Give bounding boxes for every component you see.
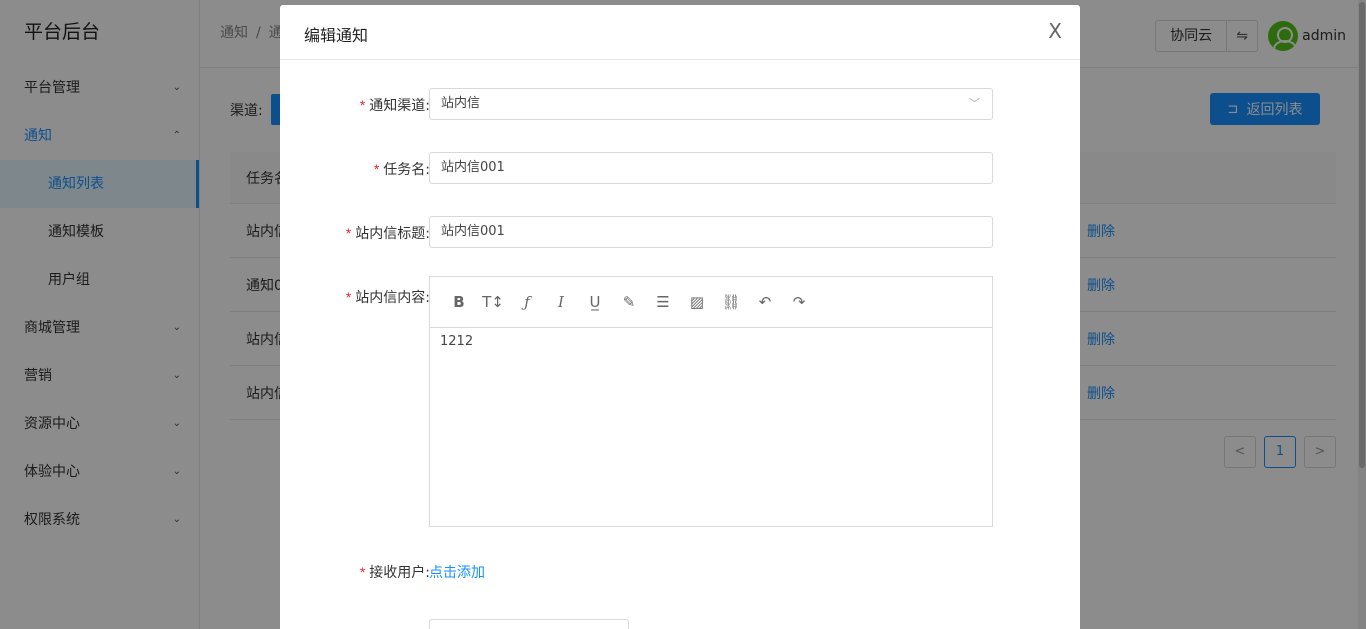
link-icon[interactable]: ⛓ (714, 293, 748, 311)
msg-content-label-text: 站内信内容: (355, 290, 430, 306)
channel-label: * 通知渠道: (360, 95, 430, 115)
undo-icon[interactable]: ↶ (748, 293, 782, 311)
msg-content-label: * 站内信内容: (346, 287, 430, 307)
channel-select-value: 站内信 (441, 96, 481, 111)
redo-icon[interactable]: ↷ (782, 293, 816, 311)
dialog-header: 编辑通知 X (280, 5, 1080, 60)
partial-input-field[interactable] (429, 619, 629, 629)
task-name-label: * 任务名: (374, 159, 430, 179)
editor-toolbar: B T↕ ƒ I U̲ ✎ ☰ ▨ ⛓ ↶ ↷ (430, 277, 992, 328)
msg-title-input[interactable]: 站内信001 (429, 216, 993, 248)
channel-label-text: 通知渠道: (369, 98, 430, 114)
required-mark: * (345, 225, 352, 241)
font-family-icon[interactable]: ƒ (510, 293, 544, 311)
required-mark: * (373, 161, 380, 177)
msg-title-label-text: 站内信标题: (355, 226, 430, 242)
editor-content-area[interactable]: 1212 (430, 328, 992, 355)
italic-icon[interactable]: I (544, 293, 578, 311)
bold-icon[interactable]: B (442, 293, 476, 311)
required-mark: * (345, 289, 352, 305)
align-icon[interactable]: ☰ (646, 293, 680, 311)
edit-notification-dialog: 编辑通知 X * 通知渠道: 站内信 ﹀ * 任务名: 站内信001 * 站内信标题:… (280, 5, 1080, 629)
underline-icon[interactable]: U̲ (578, 293, 612, 311)
image-icon[interactable]: ▨ (680, 293, 714, 311)
rich-text-editor: B T↕ ƒ I U̲ ✎ ☰ ▨ ⛓ ↶ ↷ 1212 (429, 276, 993, 527)
receivers-label-text: 接收用户: (369, 565, 430, 581)
required-mark: * (359, 564, 366, 580)
dialog-title: 编辑通知 (304, 26, 369, 45)
font-size-icon[interactable]: T↕ (476, 293, 510, 311)
task-name-input[interactable]: 站内信001 (429, 152, 993, 184)
add-receivers-link[interactable]: 点击添加 (429, 562, 485, 582)
chevron-down-icon: ﹀ (969, 97, 980, 110)
close-icon[interactable]: X (1048, 19, 1062, 43)
msg-title-label: * 站内信标题: (346, 223, 430, 243)
required-mark: * (359, 97, 366, 113)
receivers-label: * 接收用户: (360, 562, 430, 582)
highlight-icon[interactable]: ✎ (612, 293, 646, 311)
task-name-label-text: 任务名: (383, 162, 430, 178)
channel-select[interactable]: 站内信 ﹀ (429, 88, 993, 120)
